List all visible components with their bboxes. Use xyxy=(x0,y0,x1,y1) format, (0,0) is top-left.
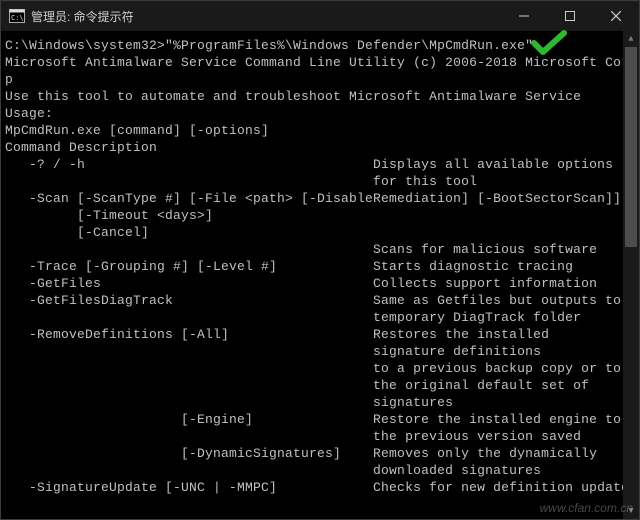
terminal-line: to a previous backup copy or to xyxy=(5,360,635,377)
terminal-line: -Trace [-Grouping #] [-Level #] Starts d… xyxy=(5,258,635,275)
maximize-button[interactable] xyxy=(547,1,593,31)
terminal-line: -GetFilesDiagTrack Same as Getfiles but … xyxy=(5,292,635,309)
terminal-line: MpCmdRun.exe [command] [-options] xyxy=(5,122,635,139)
titlebar[interactable]: C:\ 管理员: 命令提示符 xyxy=(1,1,639,31)
scroll-thumb[interactable] xyxy=(625,47,637,247)
close-button[interactable] xyxy=(593,1,639,31)
terminal-output[interactable]: C:\Windows\system32>"%ProgramFiles%\Wind… xyxy=(1,31,639,519)
terminal-line: -? / -h Displays all available options xyxy=(5,156,635,173)
terminal-line: p xyxy=(5,71,635,88)
terminal-line: Scans for malicious software xyxy=(5,241,635,258)
checkmark-overlay-icon xyxy=(531,29,567,57)
terminal-line: -GetFiles Collects support information xyxy=(5,275,635,292)
terminal-line: signatures xyxy=(5,394,635,411)
terminal-line: for this tool xyxy=(5,173,635,190)
terminal-line: temporary DiagTrack folder xyxy=(5,309,635,326)
terminal-line: the original default set of xyxy=(5,377,635,394)
scroll-track[interactable] xyxy=(623,47,639,503)
terminal-line: [-Engine] Restore the installed engine t… xyxy=(5,411,635,428)
terminal-line: Use this tool to automate and troublesho… xyxy=(5,88,635,105)
terminal-line: [-DynamicSignatures] Removes only the dy… xyxy=(5,445,635,462)
terminal-line: signature definitions xyxy=(5,343,635,360)
terminal-line: -Scan [-ScanType #] [-File <path> [-Disa… xyxy=(5,190,635,207)
minimize-button[interactable] xyxy=(501,1,547,31)
terminal-line: [-Timeout <days>] xyxy=(5,207,635,224)
terminal-line: [-Cancel] xyxy=(5,224,635,241)
window-title: 管理员: 命令提示符 xyxy=(31,8,134,25)
cmd-icon: C:\ xyxy=(9,8,25,24)
cmd-window: C:\ 管理员: 命令提示符 C:\Windows\system32>"%Pro… xyxy=(0,0,640,520)
scrollbar-vertical[interactable]: ▲ ▼ xyxy=(623,31,639,519)
terminal-line: the previous version saved xyxy=(5,428,635,445)
terminal-line: Command Description xyxy=(5,139,635,156)
svg-text:C:\: C:\ xyxy=(11,14,24,22)
terminal-line: Usage: xyxy=(5,105,635,122)
terminal-line: downloaded signatures xyxy=(5,462,635,479)
terminal-line: -RemoveDefinitions [-All] Restores the i… xyxy=(5,326,635,343)
scroll-up-arrow[interactable]: ▲ xyxy=(623,31,639,47)
watermark-text: www.cfan.com.cn xyxy=(540,501,633,515)
terminal-line: -SignatureUpdate [-UNC | -MMPC] Checks f… xyxy=(5,479,635,496)
